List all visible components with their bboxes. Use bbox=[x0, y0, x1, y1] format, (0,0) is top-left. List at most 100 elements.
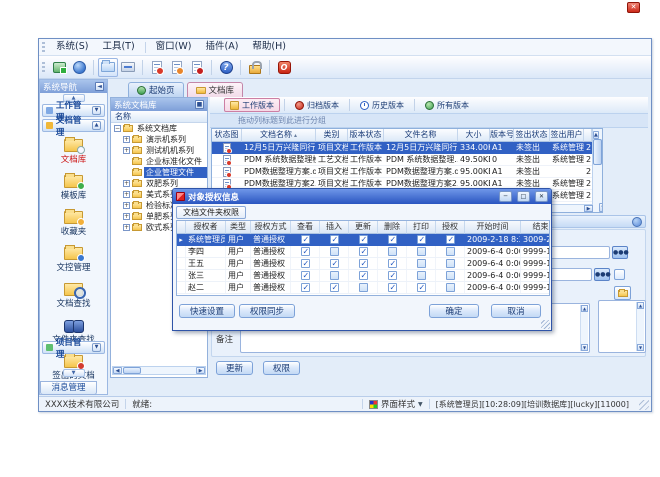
side-textarea[interactable]: ▲▼ bbox=[598, 300, 646, 353]
chevron-down-icon[interactable]: ▼ bbox=[92, 106, 101, 115]
permission-sync-button[interactable]: 权限同步 bbox=[239, 304, 295, 318]
sidebar-item-2[interactable]: 收藏夹 bbox=[40, 208, 107, 237]
permission-row[interactable]: 李四用户普通授权2009-6-4 0:00:009999-12-31 23:59… bbox=[177, 246, 549, 258]
tree-item-4[interactable]: 企业管理文件 bbox=[111, 167, 207, 178]
perm-column-header-3[interactable]: 查看 bbox=[291, 221, 320, 234]
tab-document-library[interactable]: 文档库 bbox=[187, 82, 244, 97]
scroll-up-arrow[interactable]: ▲ bbox=[581, 305, 588, 312]
checkbox-checked[interactable] bbox=[301, 283, 310, 292]
scroll-down-arrow[interactable]: ▼ bbox=[599, 203, 603, 212]
ui-style-selector[interactable]: 界面样式 ▼ bbox=[363, 398, 429, 410]
checkbox-checked[interactable] bbox=[301, 235, 310, 244]
version-button-1[interactable]: 归档版本 bbox=[289, 98, 345, 112]
scroll-left-arrow[interactable]: ◀ bbox=[113, 367, 122, 374]
ellipsis-button[interactable]: ●●● bbox=[612, 246, 628, 259]
checkbox-checked[interactable] bbox=[301, 259, 310, 268]
tree-horizontal-scrollbar[interactable]: ◀ ▶ bbox=[112, 366, 206, 375]
detail-checkbox[interactable] bbox=[614, 269, 625, 280]
column-header-3[interactable]: 版本状态 bbox=[348, 129, 384, 142]
permission-row[interactable]: 系统管理员用户普通授权2009-2-18 8:35:573009-2-18 8:… bbox=[177, 234, 549, 246]
help-button[interactable]: ? bbox=[216, 58, 236, 77]
table-vertical-scrollbar[interactable]: ▲ ▼ bbox=[592, 129, 602, 212]
perm-column-header-0[interactable]: 授权者 bbox=[186, 221, 226, 234]
pin-icon[interactable] bbox=[632, 217, 642, 227]
quick-setup-button[interactable]: 快速设置 bbox=[179, 304, 235, 318]
expand-icon[interactable]: + bbox=[123, 202, 130, 209]
scroll-down-arrow[interactable]: ▼ bbox=[581, 344, 588, 351]
ellipsis-button[interactable]: ●●● bbox=[594, 268, 610, 281]
permission-button[interactable]: 权限 bbox=[263, 361, 300, 375]
update-button[interactable]: 更新 bbox=[216, 361, 253, 375]
expand-icon[interactable]: + bbox=[123, 136, 130, 143]
cancel-button[interactable]: 取消 bbox=[491, 304, 541, 318]
tree-panel-collapse-button[interactable]: ■ bbox=[195, 100, 204, 109]
expand-icon[interactable]: + bbox=[123, 224, 130, 231]
checkbox-checked[interactable] bbox=[359, 247, 368, 256]
doc-new-button[interactable] bbox=[147, 58, 167, 77]
checkbox-unchecked[interactable] bbox=[330, 271, 339, 280]
chevron-up-icon[interactable]: ▲ bbox=[92, 121, 101, 130]
card-reader-button[interactable] bbox=[118, 58, 138, 77]
checkbox-unchecked[interactable] bbox=[330, 247, 339, 256]
scrollbar-thumb[interactable] bbox=[593, 139, 602, 165]
expand-icon[interactable]: + bbox=[123, 147, 130, 154]
browse-folder-button[interactable] bbox=[614, 286, 631, 300]
checkbox-checked[interactable] bbox=[301, 271, 310, 280]
menu-item-1[interactable]: 工具(T) bbox=[95, 39, 141, 55]
checkbox-unchecked[interactable] bbox=[417, 247, 426, 256]
checkbox-checked[interactable] bbox=[359, 259, 368, 268]
open-library-button[interactable] bbox=[98, 58, 118, 77]
checkbox-checked[interactable] bbox=[330, 283, 339, 292]
column-header-0[interactable]: 状态图 bbox=[212, 129, 242, 142]
resize-grip[interactable] bbox=[639, 400, 649, 410]
expand-icon[interactable]: + bbox=[123, 180, 130, 187]
checkbox-checked[interactable] bbox=[359, 235, 368, 244]
scroll-right-arrow[interactable]: ▶ bbox=[196, 367, 205, 374]
version-button-3[interactable]: 所有版本 bbox=[419, 98, 475, 112]
group-by-bar[interactable]: 拖动列标题到此进行分组 bbox=[210, 114, 648, 128]
permission-row[interactable]: 赵二用户普通授权2009-6-4 0:00:009999-12-31 23:59… bbox=[177, 282, 549, 294]
perm-column-header-8[interactable]: 授权 bbox=[436, 221, 465, 234]
doc-export-button[interactable] bbox=[187, 58, 207, 77]
menu-item-3[interactable]: 插件(A) bbox=[198, 39, 245, 55]
permission-row[interactable]: 王五用户普通授权2009-6-4 0:00:009999-12-31 23:59… bbox=[177, 258, 549, 270]
sidebar-item-4[interactable]: 文档查找 bbox=[40, 280, 107, 309]
tree-item-0[interactable]: −系统文档库 bbox=[111, 123, 207, 134]
tree-item-1[interactable]: +演示机系列 bbox=[111, 134, 207, 145]
column-header-5[interactable]: 大小 bbox=[458, 129, 490, 142]
sidebar-item-1[interactable]: 模板库 bbox=[40, 172, 107, 201]
scroll-right-arrow[interactable]: ▶ bbox=[584, 205, 593, 212]
sidebar-section-project[interactable]: 项目管理 ▼ bbox=[42, 341, 105, 354]
column-header-6[interactable]: 版本号 bbox=[490, 129, 514, 142]
table-row[interactable]: PDM 系统数据整理检...工艺文档工作版本PDM 系统数据整理...49.50… bbox=[212, 154, 602, 166]
perm-column-header-4[interactable]: 插入 bbox=[320, 221, 349, 234]
checkbox-checked[interactable] bbox=[330, 235, 339, 244]
expand-icon[interactable]: + bbox=[123, 213, 130, 220]
column-header-2[interactable]: 类别 bbox=[316, 129, 348, 142]
dialog-resize-grip[interactable] bbox=[541, 320, 550, 329]
chevron-down-icon[interactable]: ▼ bbox=[92, 343, 101, 352]
minimize-button[interactable]: ─ bbox=[499, 191, 512, 202]
checkbox-checked[interactable] bbox=[388, 235, 397, 244]
checkbox-checked[interactable] bbox=[388, 259, 397, 268]
maximize-button[interactable]: □ bbox=[517, 191, 530, 202]
sidebar-collapse-button[interactable]: ◄ bbox=[95, 82, 104, 91]
checkbox-checked[interactable] bbox=[417, 283, 426, 292]
perm-column-header-1[interactable]: 类型 bbox=[226, 221, 251, 234]
dialog-title-bar[interactable]: 对象授权信息 ─ □ ✕ bbox=[173, 189, 551, 204]
checkbox-unchecked[interactable] bbox=[446, 247, 455, 256]
perm-column-header-2[interactable]: 授权方式 bbox=[251, 221, 291, 234]
checkbox-checked[interactable] bbox=[330, 259, 339, 268]
checkbox-unchecked[interactable] bbox=[446, 259, 455, 268]
checkbox-checked[interactable] bbox=[446, 235, 455, 244]
sidebar-section-document[interactable]: 文档管理 ▲ bbox=[42, 119, 105, 132]
version-button-0[interactable]: 工作版本 bbox=[224, 98, 280, 112]
tab-start-page[interactable]: 起始页 bbox=[128, 82, 184, 97]
tab-message-management[interactable]: 消息管理 bbox=[40, 381, 97, 395]
table-row[interactable]: 12月5日万兴隆同行...项目文档工作版本12月5日万兴隆同行...334.00… bbox=[212, 142, 602, 154]
checkbox-unchecked[interactable] bbox=[446, 283, 455, 292]
checkbox-checked[interactable] bbox=[417, 235, 426, 244]
checkbox-checked[interactable] bbox=[388, 283, 397, 292]
scroll-up-arrow[interactable]: ▲ bbox=[637, 302, 644, 309]
tree-item-2[interactable]: +测试机机系列 bbox=[111, 145, 207, 156]
